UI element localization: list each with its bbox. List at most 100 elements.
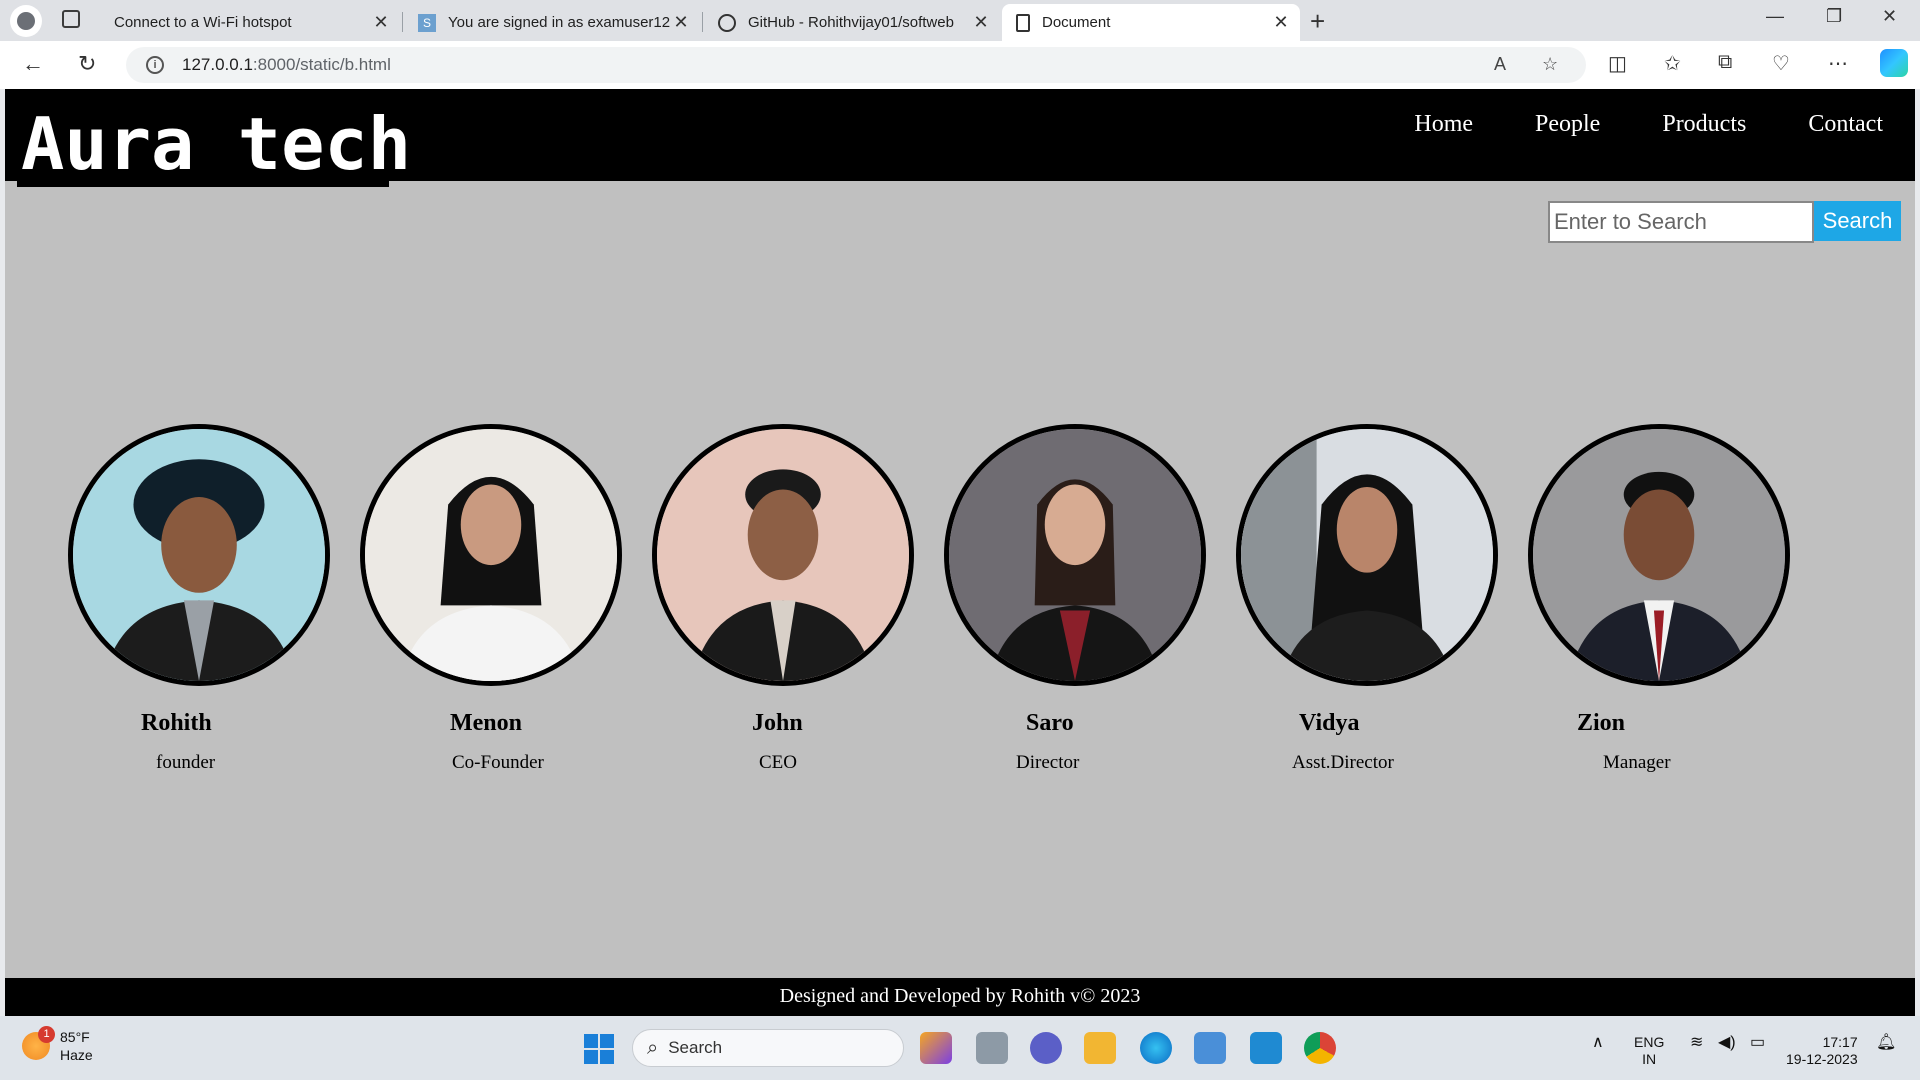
favorites-icon[interactable]: ✩: [1664, 51, 1681, 76]
weather-temp: 85°F: [60, 1029, 90, 1045]
person-name: Rohith: [141, 710, 212, 736]
copilot-app-icon[interactable]: [920, 1032, 952, 1064]
vscode-icon[interactable]: [1250, 1032, 1282, 1064]
restore-icon[interactable]: ❐: [1826, 6, 1842, 27]
taskbar: 1 85°F Haze ⌕ Search ∧ ENG IN ≋ ◀) ▭ 17:…: [0, 1016, 1920, 1080]
back-icon[interactable]: ←: [22, 51, 44, 77]
taskbar-search[interactable]: ⌕ Search: [632, 1029, 904, 1067]
clock-time: 17:17: [1822, 1034, 1858, 1050]
battery-icon[interactable]: ▭: [1750, 1034, 1765, 1051]
language-indicator[interactable]: ENG IN: [1634, 1034, 1664, 1068]
person-card: John CEO: [652, 424, 914, 773]
nav-home[interactable]: Home: [1414, 111, 1473, 138]
person-role: CEO: [759, 752, 797, 773]
search-button[interactable]: Search: [1814, 201, 1901, 241]
tab-separator: [402, 12, 403, 32]
brand-underbar: [17, 179, 389, 187]
chrome-icon[interactable]: [1304, 1032, 1336, 1064]
person-card: Rohith founder: [68, 424, 330, 773]
volume-icon[interactable]: ◀): [1718, 1034, 1736, 1051]
refresh-icon[interactable]: ↻: [78, 51, 96, 77]
nav-products[interactable]: Products: [1662, 111, 1746, 138]
person-role: Director: [1016, 752, 1080, 773]
wifi-icon[interactable]: ≋: [1690, 1034, 1703, 1051]
more-options-icon[interactable]: ⋯: [1828, 51, 1848, 76]
taskbar-search-label: Search: [668, 1038, 723, 1057]
person-name: Vidya: [1299, 710, 1360, 736]
avatar: [1528, 424, 1790, 686]
avatar: [944, 424, 1206, 686]
browser-essentials-icon[interactable]: ♡: [1772, 51, 1790, 76]
nav-contact[interactable]: Contact: [1808, 111, 1883, 138]
browser-toolbar: ← ↻ i 127.0.0.1:8000/static/b.html A ☆ ◫…: [0, 41, 1920, 89]
info-icon[interactable]: i: [146, 56, 164, 74]
close-icon[interactable]: ✕: [670, 12, 692, 33]
person-role: Manager: [1603, 752, 1671, 773]
person-name: Menon: [450, 710, 522, 736]
avatar: [1236, 424, 1498, 686]
site-favicon-icon: S: [418, 13, 436, 32]
address-bar[interactable]: i 127.0.0.1:8000/static/b.html A ☆: [126, 47, 1586, 83]
profile-icon[interactable]: [10, 5, 42, 37]
chevron-up-icon[interactable]: ∧: [1592, 1034, 1604, 1051]
tab-actions-icon[interactable]: [62, 10, 80, 28]
weather-sun-icon: 1: [22, 1026, 55, 1060]
favorite-star-icon[interactable]: ☆: [1542, 54, 1558, 75]
portrait-photo: [657, 429, 909, 681]
person-card: Saro Director: [944, 424, 1206, 773]
start-icon[interactable]: [584, 1034, 614, 1064]
person-role: founder: [156, 752, 216, 773]
tab-separator: [702, 12, 703, 32]
tab-github[interactable]: GitHub - Rohithvijay01/softweb ✕: [704, 4, 1000, 41]
collections-icon[interactable]: ⧉: [1718, 51, 1732, 74]
tab-document[interactable]: Document ✕: [1002, 4, 1300, 41]
person-card: Menon Co-Founder: [360, 424, 622, 773]
url-host: 127.0.0.1: [182, 55, 253, 74]
close-icon[interactable]: ✕: [1270, 12, 1292, 33]
url-path: :8000/static/b.html: [252, 55, 391, 74]
tab-title: GitHub - Rohithvijay01/softweb: [748, 14, 954, 31]
notification-bell-icon[interactable]: 🔔︎: [1876, 1034, 1896, 1051]
tab-strip: Connect to a Wi-Fi hotspot ✕ S You are s…: [0, 0, 1920, 41]
avatar: [652, 424, 914, 686]
window-close-icon[interactable]: ✕: [1882, 6, 1897, 27]
clock-date: 19-12-2023: [1786, 1051, 1858, 1067]
edge-icon[interactable]: [1140, 1032, 1172, 1064]
document-icon: [1016, 13, 1030, 32]
nav-people[interactable]: People: [1535, 111, 1600, 138]
tab-title: Connect to a Wi-Fi hotspot: [114, 14, 292, 31]
avatar: [360, 424, 622, 686]
person-name: Zion: [1577, 710, 1626, 736]
person-role: Asst.Director: [1292, 752, 1394, 773]
file-explorer-icon[interactable]: [1084, 1032, 1116, 1064]
main-nav: Home People Products Contact: [1414, 111, 1915, 138]
person-name: John: [752, 710, 803, 736]
tab-wifi[interactable]: Connect to a Wi-Fi hotspot ✕: [100, 4, 400, 41]
weather-desc: Haze: [60, 1047, 93, 1063]
teams-chat-icon[interactable]: [1030, 1032, 1062, 1064]
search-input[interactable]: [1548, 201, 1814, 243]
weather-widget[interactable]: 1 85°F Haze: [22, 1026, 93, 1064]
store-icon[interactable]: [1194, 1032, 1226, 1064]
close-icon[interactable]: ✕: [970, 12, 992, 33]
person-card: Zion Manager: [1528, 424, 1790, 773]
portrait-photo: [949, 429, 1201, 681]
avatar: [68, 424, 330, 686]
search-icon: ⌕: [647, 1036, 659, 1059]
minimize-icon[interactable]: —: [1766, 6, 1784, 27]
close-icon[interactable]: ✕: [370, 12, 392, 33]
copilot-icon[interactable]: [1880, 49, 1908, 77]
tab-signed-in[interactable]: S You are signed in as examuser12 ✕: [404, 4, 700, 41]
clock[interactable]: 17:17 19-12-2023: [1786, 1034, 1858, 1068]
portrait-photo: [365, 429, 617, 681]
task-view-icon[interactable]: [976, 1032, 1008, 1064]
split-screen-icon[interactable]: ◫: [1608, 51, 1627, 76]
brand-logo[interactable]: Aura tech: [17, 108, 416, 180]
lang-top: ENG: [1634, 1034, 1665, 1050]
tab-title: You are signed in as examuser12: [448, 14, 670, 31]
new-tab-icon[interactable]: +: [1310, 6, 1325, 37]
portrait-photo: [73, 429, 325, 681]
portrait-photo: [1533, 429, 1785, 681]
person-role: Co-Founder: [452, 752, 544, 773]
read-aloud-icon[interactable]: A: [1494, 54, 1506, 75]
